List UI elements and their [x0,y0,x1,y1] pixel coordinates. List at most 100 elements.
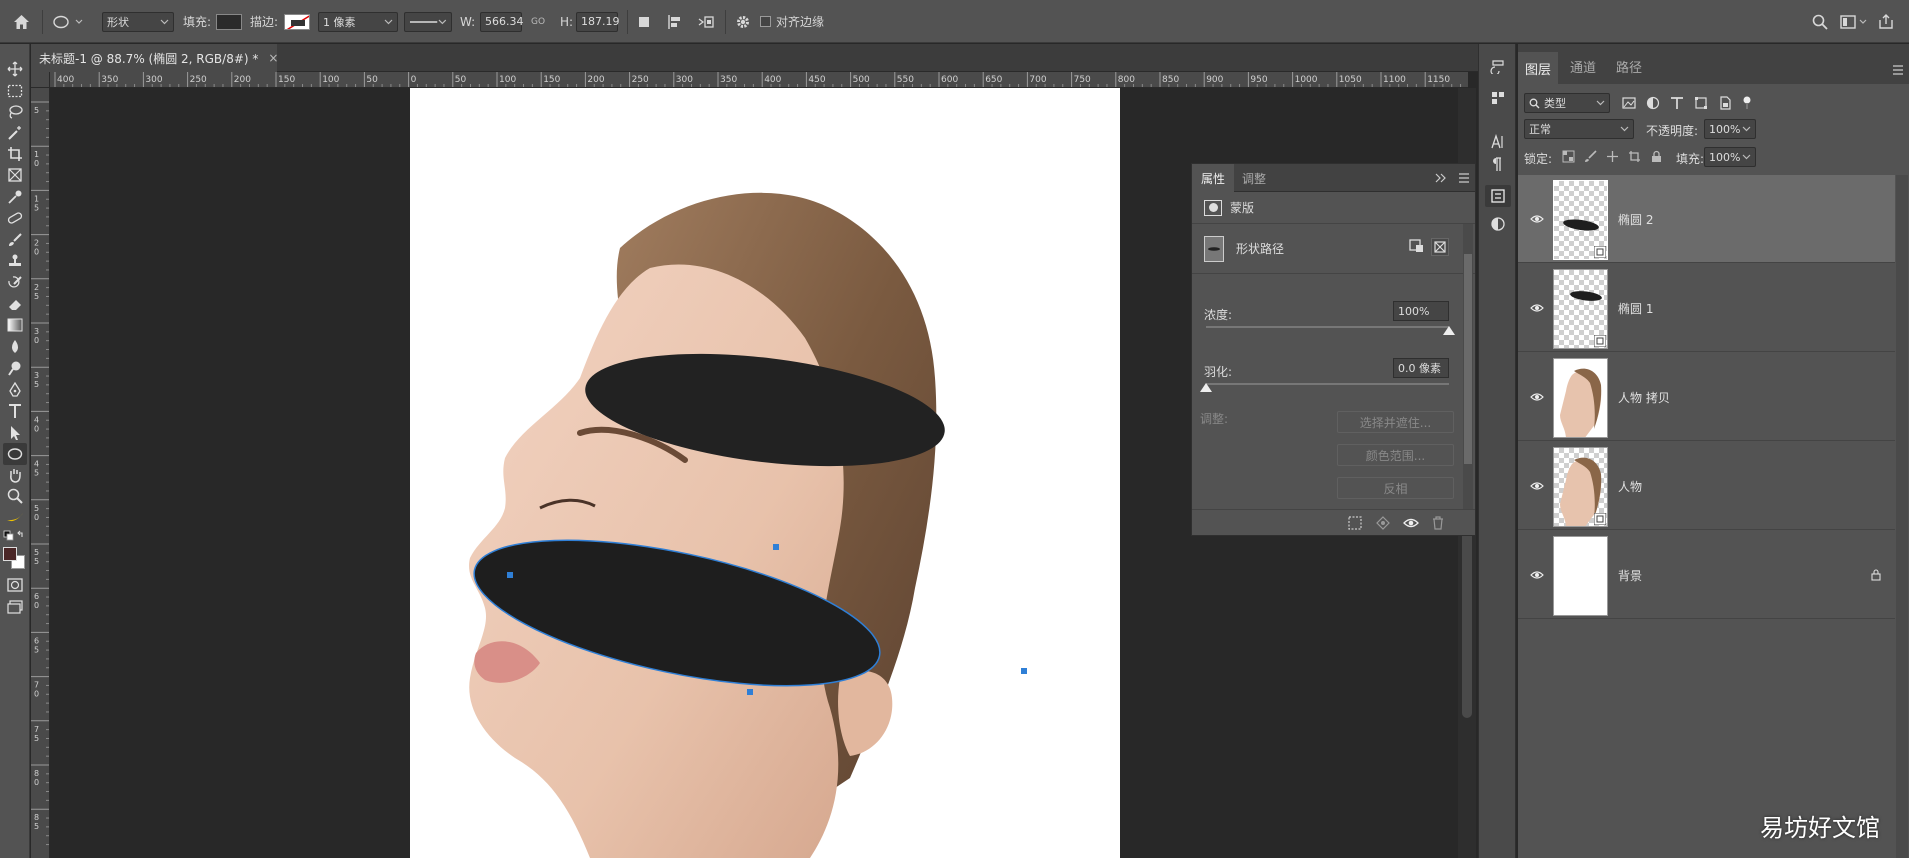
tab-properties[interactable]: 属性 [1192,164,1234,192]
stroke-color-swatch[interactable] [284,13,310,30]
panel-menu-icon[interactable] [1892,64,1904,78]
pen-tool-icon[interactable] [3,379,27,401]
density-slider-track[interactable] [1206,326,1449,328]
lock-image-pixels-icon[interactable] [1584,150,1597,163]
lock-all-icon[interactable] [1650,150,1663,163]
stroke-width-select[interactable]: 1 像素 [318,11,398,32]
layer-row[interactable]: 椭圆 1 [1518,264,1895,352]
adjustments-panel-icon[interactable] [1490,216,1506,235]
hand-tool-icon[interactable] [3,464,27,486]
layer-thumbnail[interactable] [1553,358,1608,438]
anchor-point[interactable] [1021,668,1027,674]
layer-name[interactable]: 椭圆 2 [1618,175,1653,263]
apply-mask-icon[interactable] [1376,516,1390,533]
vector-mask-icon[interactable] [1431,238,1449,256]
layer-name[interactable]: 椭圆 1 [1618,264,1653,352]
path-selection-tool-icon[interactable] [3,422,27,444]
banana-icon[interactable] [3,507,27,529]
history-brush-tool-icon[interactable] [3,272,27,294]
layer-thumbnail[interactable] [1553,447,1608,527]
zoom-tool-icon[interactable] [3,485,27,507]
eye-icon[interactable] [1530,213,1544,225]
blur-tool-icon[interactable] [3,336,27,358]
history-panel-icon[interactable] [1490,58,1506,77]
move-tool-icon[interactable] [3,58,27,80]
tab-channels[interactable]: 通道 [1570,52,1596,80]
quick-mask-icon[interactable] [3,574,27,596]
vertical-ruler[interactable]: 510152025303540455055606570758085 [31,88,50,858]
shape-mode-select[interactable]: 形状 [102,11,174,32]
color-range-button[interactable]: 颜色范围... [1337,444,1454,466]
layer-row[interactable]: 人物 拷贝 [1518,353,1895,441]
dodge-tool-icon[interactable] [3,357,27,379]
link-dimensions-icon[interactable]: GO [531,0,545,43]
panel-scroll-thumb[interactable] [1464,254,1472,464]
width-input[interactable]: 566.34 [480,11,524,32]
document-canvas[interactable] [410,88,1120,858]
eraser-tool-icon[interactable] [3,293,27,315]
layer-name[interactable]: 人物 拷贝 [1618,353,1670,441]
screen-mode-icon[interactable] [3,596,27,618]
search-icon[interactable] [1812,0,1828,43]
clone-stamp-tool-icon[interactable] [3,250,27,272]
brush-tool-icon[interactable] [3,229,27,251]
height-input[interactable]: 187.19 [576,11,620,32]
lock-position-icon[interactable] [1606,150,1619,163]
trash-icon[interactable] [1432,516,1444,533]
density-slider-thumb[interactable] [1443,324,1455,338]
eye-icon[interactable] [1403,516,1419,533]
ruler-origin[interactable] [31,72,50,88]
workspace-icon[interactable] [1840,0,1868,43]
gradient-tool-icon[interactable] [3,314,27,336]
foreground-color-swatch[interactable] [3,547,17,561]
tab-paths[interactable]: 路径 [1616,52,1642,80]
density-input[interactable]: 100% [1393,301,1449,321]
document-tab[interactable]: 未标题-1 @ 88.7% (椭圆 2, RGB/8#) * × [31,44,278,72]
panel-menu-icon[interactable] [1458,164,1470,192]
marquee-tool-icon[interactable] [3,80,27,102]
blend-mode-select[interactable]: 正常 [1524,119,1634,139]
layer-thumbnail[interactable] [1553,269,1608,349]
paragraph-panel-icon[interactable] [1490,156,1502,175]
select-mask-icon[interactable] [1409,239,1425,256]
character-panel-icon[interactable] [1490,133,1506,153]
anchor-point[interactable] [773,544,779,550]
home-icon[interactable] [10,0,32,43]
default-colors-icon[interactable] [3,530,27,544]
load-selection-icon[interactable] [1348,516,1362,533]
path-operations-icon[interactable] [637,0,651,43]
eyedropper-tool-icon[interactable] [3,186,27,208]
eye-icon[interactable] [1530,480,1544,492]
select-and-mask-button[interactable]: 选择并遮住... [1337,411,1454,433]
type-filter-icon[interactable] [1670,96,1684,110]
layer-name[interactable]: 背景 [1618,531,1642,619]
lock-artboard-icon[interactable] [1628,150,1641,163]
collapse-panel-icon[interactable] [1435,164,1447,192]
frame-tool-icon[interactable] [3,164,27,186]
shape-filter-icon[interactable] [1694,96,1708,110]
stroke-type-select[interactable] [404,11,452,32]
pixel-filter-icon[interactable] [1622,96,1636,110]
anchor-point[interactable] [747,689,753,695]
share-icon[interactable] [1878,0,1894,43]
layer-row[interactable]: 椭圆 2 [1518,175,1895,263]
tab-layers[interactable]: 图层 [1518,52,1558,84]
type-tool-icon[interactable] [3,400,27,422]
healing-brush-tool-icon[interactable] [3,207,27,229]
adjustment-filter-icon[interactable] [1646,96,1660,110]
smart-object-filter-icon[interactable] [1718,96,1732,110]
path-thumbnail[interactable] [1204,236,1224,262]
feather-slider-track[interactable] [1206,383,1449,385]
path-arrangement-icon[interactable] [697,0,715,43]
eye-icon[interactable] [1530,302,1544,314]
filter-toggle-icon[interactable] [1742,96,1752,110]
layer-row[interactable]: 人物 [1518,442,1895,530]
layer-thumbnail[interactable] [1553,180,1608,260]
fill-color-swatch[interactable] [216,13,242,30]
close-icon[interactable]: × [268,51,278,65]
ellipse-tool-icon[interactable] [3,443,27,465]
eye-icon[interactable] [1530,569,1544,581]
layer-filter-select[interactable]: 类型 [1524,93,1610,113]
magic-wand-tool-icon[interactable] [3,122,27,144]
gear-icon[interactable] [735,0,751,43]
